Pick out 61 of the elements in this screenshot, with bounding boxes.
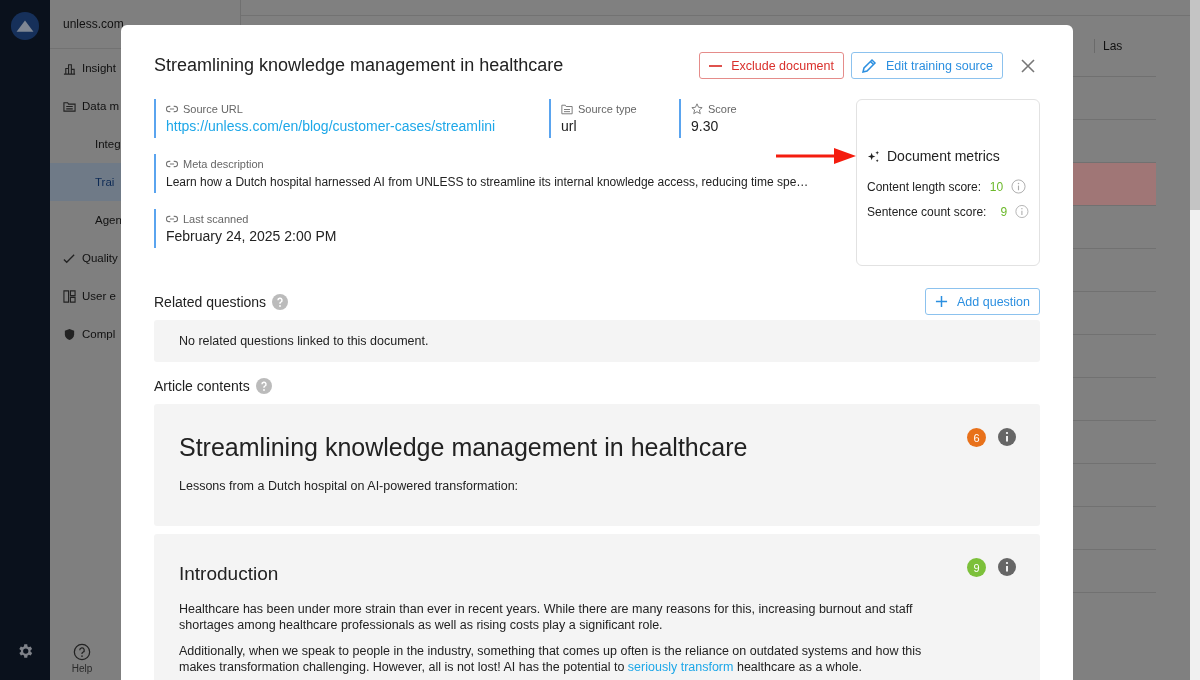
score-badge: 6 [967, 428, 986, 447]
star-icon [691, 103, 703, 115]
link-icon [166, 159, 178, 169]
source-url-link[interactable]: https://unless.com/en/blog/customer-cases/streamlini [166, 118, 496, 134]
column-header[interactable]: Las [1094, 39, 1156, 53]
shield-icon [63, 327, 76, 341]
close-icon[interactable] [1021, 58, 1035, 73]
paragraph: Additionally, when we speak to people in the industry, something that comes up often is the reliance on outdated systems and how this makes transformation challenging. However, all is not lost! AI has the potential to seriously transform healthcare as a whole. [179, 643, 923, 675]
article-heading: Introduction [179, 563, 279, 584]
field-value: Learn how a Dutch hospital harnessed AI from UNLESS to streamline its internal knowledge access, reducing time spe… [166, 175, 809, 189]
paragraph: Healthcare has been under more strain than ever in recent years. While there are many reasons for this, increasing burnout and staff shortages among healthcare professionals as well as rising costs play a significant role. [179, 601, 914, 633]
field-value: February 24, 2025 2:00 PM [166, 228, 337, 244]
field-value: 9.30 [691, 118, 719, 134]
exclude-button[interactable]: Exclude document [699, 52, 844, 79]
metric-label: Sentence count score: [867, 204, 987, 219]
article-heading: Streamlining knowledge management in healthcare [179, 433, 748, 461]
section-title: Article contents [154, 378, 250, 394]
info-icon[interactable] [998, 428, 1016, 446]
score-badge: 9 [967, 558, 986, 577]
field-label: Score [708, 103, 737, 115]
metrics-title: Document metrics [887, 148, 1000, 164]
sidebar-item[interactable]: Data m [82, 100, 120, 112]
sidebar-item[interactable]: Compl [82, 328, 116, 340]
metric-label: Content length score: [867, 179, 982, 194]
field-label: Meta description [183, 158, 264, 170]
add-question-button[interactable]: Add question [925, 288, 1040, 315]
link-icon [166, 214, 178, 224]
link[interactable]: seriously transform [627, 660, 734, 674]
help-label[interactable]: Help [71, 663, 93, 674]
edit-button[interactable]: Edit training source [851, 52, 1003, 79]
scrollbar-thumb[interactable] [1190, 0, 1200, 210]
empty-message: No related questions linked to this document. [154, 320, 1040, 362]
section-title: Related questions [154, 293, 267, 310]
help-icon[interactable] [73, 643, 91, 661]
organization-name[interactable]: unless.com [63, 17, 124, 31]
document-icon [63, 99, 76, 113]
field-label: Source type [578, 103, 637, 115]
dialog-title: Streamlining knowledge management in healthcare [154, 55, 564, 76]
logo-icon[interactable] [10, 11, 40, 41]
chart-icon [63, 61, 76, 75]
sidebar-item[interactable]: Integ [95, 138, 121, 150]
folder-icon [561, 103, 573, 115]
metric-value: 10 [988, 179, 1004, 194]
sidebar-item[interactable]: Agen [95, 214, 122, 226]
sidebar-item[interactable]: Trai [95, 176, 115, 188]
paragraph: Lessons from a Dutch hospital on AI-powered transformation: [179, 478, 520, 494]
field-label: Last scanned [183, 213, 249, 225]
sidebar-item[interactable]: User e [82, 290, 116, 302]
sidebar-item[interactable]: Insight [82, 62, 116, 74]
check-icon [63, 251, 76, 265]
sidebar-item[interactable]: Quality [82, 252, 118, 264]
field-label: Source URL [183, 103, 243, 115]
layout-icon [63, 289, 76, 303]
metric-value: 9 [999, 204, 1008, 219]
link-icon [166, 104, 178, 114]
minus-icon [709, 63, 723, 68]
plus-icon [935, 295, 948, 308]
pencil-icon [861, 57, 877, 74]
sparkle-icon [867, 149, 880, 163]
info-icon[interactable] [998, 558, 1016, 576]
field-value: url [561, 118, 577, 134]
